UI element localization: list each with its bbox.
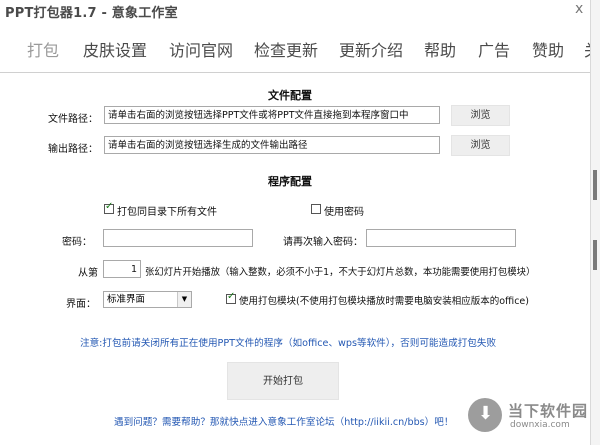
- menu-ads[interactable]: 广告: [478, 37, 510, 61]
- output-path-field[interactable]: 请单击右面的浏览按钮选择生成的文件输出路径: [104, 136, 440, 154]
- menu-help[interactable]: 帮助: [424, 37, 456, 61]
- output-path-label: 输出路径：: [48, 144, 98, 155]
- pack-all-checkbox[interactable]: [104, 201, 114, 214]
- ui-select[interactable]: 标准界面 ▼: [103, 291, 192, 308]
- menu-pack[interactable]: 打包: [27, 37, 59, 61]
- start-slide-input[interactable]: 1: [103, 260, 141, 278]
- repeat-password-input[interactable]: [366, 229, 516, 247]
- file-path-label: 文件路径：: [48, 114, 98, 125]
- watermark: ⬇ 当下软件园 downxia.com: [468, 396, 588, 436]
- edge-marker: [593, 240, 597, 270]
- browse-file-button[interactable]: 浏览: [451, 105, 510, 126]
- menu-close[interactable]: 关: [584, 37, 590, 61]
- menu-skin-settings[interactable]: 皮肤设置: [83, 37, 147, 61]
- menu-bar: 打包 皮肤设置 访问官网 检查更新 更新介绍 帮助 广告 赞助 关: [0, 22, 590, 73]
- browse-output-button[interactable]: 浏览: [451, 135, 510, 156]
- ui-label: 界面：: [66, 299, 96, 310]
- watermark-sub: downxia.com: [510, 420, 570, 430]
- title-bar: PPT打包器1.7 - 意象工作室 x: [0, 0, 590, 22]
- program-config-title: 程序配置: [268, 175, 312, 188]
- app-window: PPT打包器1.7 - 意象工作室 x 打包 皮肤设置 访问官网 检查更新 更新…: [0, 0, 591, 445]
- edge-marker: [593, 170, 597, 200]
- chevron-down-icon[interactable]: ▼: [177, 292, 191, 307]
- start-slide-desc: 张幻灯片开始播放（输入整数，必须不小于1，不大于幻灯片总数，本功能需要使用打包模…: [145, 267, 536, 278]
- window-title: PPT打包器1.7 - 意象工作室: [5, 6, 178, 21]
- file-path-field[interactable]: 请单击右面的浏览按钮选择PPT文件或将PPT文件直接拖到本程序窗口中: [104, 106, 440, 124]
- pack-all-label: 打包同目录下所有文件: [117, 207, 217, 218]
- password-input[interactable]: [103, 229, 253, 247]
- notice-text: 注意:打包前请关闭所有正在使用PPT文件的程序（如office、wps等软件），…: [80, 338, 497, 349]
- menu-visit-website[interactable]: 访问官网: [169, 37, 233, 61]
- use-password-checkbox[interactable]: [311, 204, 321, 214]
- window-edge: [591, 0, 600, 445]
- close-icon[interactable]: x: [575, 1, 583, 17]
- use-module-label: 使用打包模块(不使用打包模块播放时需要电脑安装相应版本的office): [239, 296, 529, 307]
- repeat-password-label: 请再次输入密码：: [283, 237, 363, 248]
- use-module-checkbox[interactable]: [226, 291, 236, 304]
- ui-select-value: 标准界面: [107, 294, 146, 305]
- arrow-down-icon: ⬇: [478, 403, 494, 424]
- password-label: 密码：: [62, 237, 92, 248]
- menu-check-update[interactable]: 检查更新: [254, 37, 318, 61]
- use-password-label: 使用密码: [324, 207, 364, 218]
- help-link[interactable]: 遇到问题？需要帮助？那就快点进入意象工作室论坛（http://iikii.cn/…: [114, 414, 453, 428]
- file-config-title: 文件配置: [268, 89, 312, 102]
- start-pack-button[interactable]: 开始打包: [227, 362, 339, 400]
- watermark-text: 当下软件园: [508, 402, 589, 420]
- from-label: 从第: [78, 268, 98, 279]
- menu-update-intro[interactable]: 更新介绍: [339, 37, 403, 61]
- menu-sponsor[interactable]: 赞助: [532, 37, 564, 61]
